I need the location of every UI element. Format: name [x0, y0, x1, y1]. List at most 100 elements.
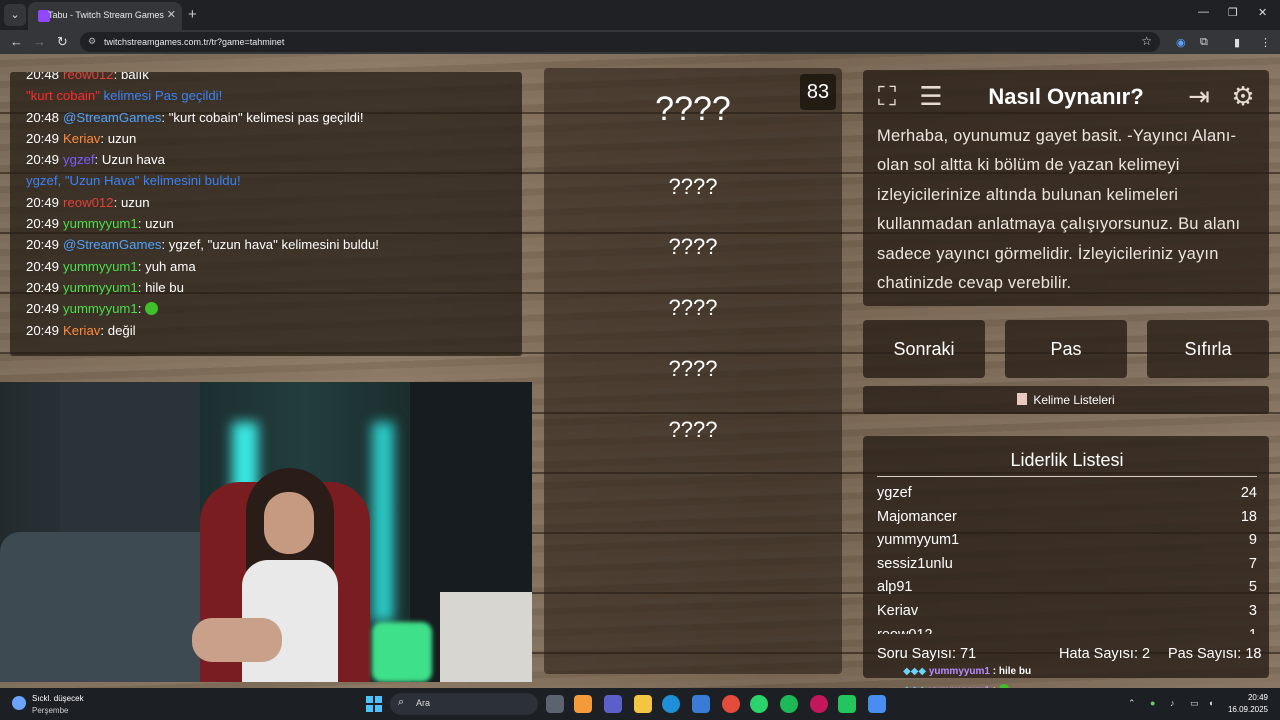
- player-name: Keriav: [877, 602, 919, 619]
- extensions-puzzle-icon[interactable]: ⧉: [1200, 36, 1208, 49]
- reset-button[interactable]: Sıfırla: [1147, 320, 1269, 378]
- player-score: 24: [1240, 485, 1257, 501]
- clock-date: 16.09.2025: [1227, 705, 1268, 714]
- taskbar-search[interactable]: ⌕ Ara: [390, 693, 538, 715]
- new-tab-button[interactable]: +: [188, 6, 197, 23]
- chat-message: 20:49 yummyyum1: uzun: [26, 213, 522, 234]
- word-lists-label: Kelime Listeleri: [1033, 393, 1115, 407]
- main-word: ????: [655, 90, 731, 128]
- whatsapp-icon[interactable]: [750, 695, 768, 713]
- microphone-icon[interactable]: ♪: [1170, 698, 1175, 708]
- leaderboard-list[interactable]: ygzef 24 Majomancer 18 yummyyum1 9 sessiz1unlu…: [877, 482, 1257, 634]
- chat-text: "kurt cobain" kelimesi pas geçildi!: [168, 109, 364, 125]
- app-icon[interactable]: [838, 695, 856, 713]
- forbidden-word: ????: [668, 174, 718, 199]
- chat-username[interactable]: yummyyum1: [63, 216, 138, 231]
- tray-chevron-icon[interactable]: ⌃: [1128, 698, 1136, 709]
- file-explorer-icon[interactable]: [634, 695, 652, 713]
- chat-username[interactable]: ygzef,: [26, 173, 61, 188]
- overlay-chat-message: ◆◆◆ yummyyum1 : hile bu: [903, 666, 1031, 677]
- forbidden-word: ????: [668, 295, 718, 320]
- chat-username[interactable]: Keriav: [63, 323, 100, 338]
- profile-avatar[interactable]: ▮: [1234, 36, 1240, 49]
- player-name: sessiz1unlu: [877, 555, 953, 572]
- chat-separator: :: [161, 237, 169, 253]
- chat-username[interactable]: Keriav: [63, 131, 100, 146]
- word-lists-button[interactable]: Kelime Listeleri: [863, 386, 1269, 414]
- chrome-icon[interactable]: [722, 695, 740, 713]
- network-icon[interactable]: ▭: [1190, 698, 1199, 709]
- chat-username[interactable]: yummyyum1: [63, 280, 138, 295]
- extension-icon[interactable]: ◉: [1176, 36, 1186, 49]
- chat-time: 20:49: [26, 301, 60, 317]
- chat-time: 20:49: [26, 258, 60, 274]
- chat-username[interactable]: reow012: [63, 195, 114, 210]
- chat-username[interactable]: reow012: [63, 72, 114, 82]
- system-clock[interactable]: 20:49 16.09.2025: [1228, 692, 1268, 716]
- player-score: 3: [1248, 602, 1257, 619]
- chat-message: 20:49 yummyyum1: yuh ama: [26, 256, 522, 277]
- url-text: twitchstreamgames.com.tr/tr?game=tahmine…: [104, 37, 285, 47]
- edge-icon[interactable]: [662, 695, 680, 713]
- app-icon[interactable]: [868, 695, 886, 713]
- minimize-icon[interactable]: —: [1198, 6, 1209, 18]
- pass-count: Pas Sayısı: 18: [1168, 646, 1262, 662]
- restore-icon[interactable]: ❐: [1228, 6, 1238, 19]
- chat-message: 20:49 Keriav: değil: [26, 320, 522, 341]
- chat-username[interactable]: ygzef: [63, 152, 95, 167]
- webcam-lamp: [372, 622, 432, 682]
- chat-username[interactable]: yummyyum1: [63, 259, 138, 274]
- player-name: ygzef: [877, 485, 912, 501]
- browser-tab[interactable]: Tabu - Twitch Stream Games ✕: [28, 2, 182, 30]
- tray-app-icon[interactable]: ●: [1150, 698, 1155, 708]
- tab-search-button[interactable]: ⌄: [4, 4, 26, 26]
- chat-text: uzun: [145, 216, 174, 232]
- chat-time: 20:49: [26, 279, 60, 295]
- teams-icon[interactable]: [604, 695, 622, 713]
- chat-separator: :: [113, 194, 121, 210]
- windows-start-icon[interactable]: [366, 696, 382, 712]
- close-window-icon[interactable]: ✕: [1258, 6, 1267, 19]
- chat-text: hile bu: [145, 279, 184, 295]
- close-tab-icon[interactable]: ✕: [167, 8, 176, 21]
- player-score: 9: [1248, 532, 1257, 549]
- reload-icon[interactable]: ↻: [57, 34, 68, 50]
- spotify-icon[interactable]: [780, 695, 798, 713]
- tab-title: Tabu - Twitch Stream Games: [48, 10, 164, 20]
- chat-emote-icon: [145, 302, 159, 316]
- chat-text: Uzun hava: [101, 152, 165, 168]
- address-bar[interactable]: ⚙ twitchstreamgames.com.tr/tr?game=tahmi…: [80, 32, 1160, 52]
- copilot-icon[interactable]: [574, 695, 592, 713]
- leaderboard-row: alp91 5: [877, 576, 1257, 600]
- forward-icon[interactable]: →: [33, 34, 46, 49]
- leaderboard-panel: Liderlik Listesi ygzef 24 Majomancer 18 yumm…: [863, 436, 1269, 678]
- chat-username[interactable]: @StreamGames: [63, 110, 161, 125]
- next-button[interactable]: Sonraki: [863, 320, 985, 378]
- chat-username[interactable]: @StreamGames: [63, 237, 161, 252]
- player-name: yummyyum1: [877, 532, 960, 549]
- webcam-couch: [0, 532, 220, 682]
- chat-separator: :: [94, 152, 102, 168]
- settings-gear-icon[interactable]: ⚙: [1225, 78, 1261, 114]
- pass-button[interactable]: Pas: [1005, 320, 1127, 378]
- chat-username[interactable]: "kurt cobain": [26, 88, 100, 103]
- chat-username[interactable]: yummyyum1: [63, 301, 138, 316]
- opera-icon[interactable]: [810, 695, 828, 713]
- task-view-icon[interactable]: [546, 695, 564, 713]
- browser-menu-icon[interactable]: ⋮: [1260, 36, 1271, 49]
- leaderboard-row: Keriav 3: [877, 600, 1257, 624]
- browser-toolbar: ← → ↻ ⚙ twitchstreamgames.com.tr/tr?game…: [0, 30, 1280, 54]
- chat-message: 20:49 yummyyum1:: [26, 298, 522, 319]
- volume-icon[interactable]: ◖: [1208, 698, 1213, 708]
- chat-separator: :: [137, 258, 146, 274]
- store-icon[interactable]: [692, 695, 710, 713]
- site-info-icon[interactable]: ⚙: [88, 36, 96, 47]
- chat-message: 20:49 yummyyum1: hile bu: [26, 277, 522, 298]
- error-count: Hata Sayısı: 2: [1059, 646, 1151, 662]
- logout-icon[interactable]: ⇥: [1181, 78, 1217, 114]
- chat-text: değil: [107, 322, 136, 338]
- back-icon[interactable]: ←: [10, 34, 23, 49]
- player-name: reow012: [877, 624, 933, 634]
- chat-time: 20:48: [26, 109, 60, 125]
- bookmark-star-icon[interactable]: ☆: [1141, 34, 1152, 48]
